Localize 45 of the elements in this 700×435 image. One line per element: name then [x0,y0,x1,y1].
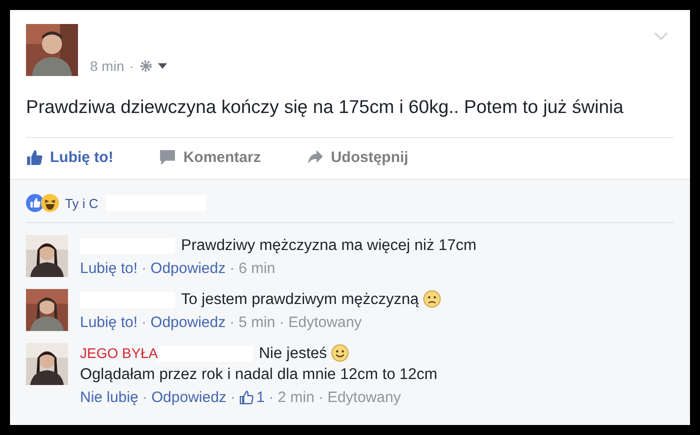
thumbs-up-icon [26,149,43,166]
comment-meta-text: 2 min [278,389,314,406]
comment-action-link[interactable]: Nie lubię [80,389,138,406]
reaction-names[interactable]: Ty i C [65,196,98,210]
speech-bubble-icon [159,149,176,166]
laughing-emoji-icon [41,194,59,212]
separator-dot: · [230,389,236,406]
frown-emoji-icon [422,290,441,308]
comment-text: To jestem prawdziwym mężczyzną [181,291,419,308]
comment-action-link[interactable]: Odpowiedz [151,389,226,406]
like-count[interactable]: 1 [239,389,265,406]
gear-icon[interactable] [138,59,153,73]
action-button[interactable]: Komentarz [159,146,261,169]
comment-text: Nie jesteś [258,345,327,362]
caret-icon[interactable] [158,63,167,69]
comment-text: Oglądałam przez rok i nadal dla mnie 12cm to [80,366,396,383]
comment-action-link[interactable]: Lubię to! [80,314,138,331]
separator-dot: · [129,58,134,74]
comment-action-link[interactable]: Lubię to! [80,260,138,277]
separator-dot: · [230,260,235,277]
arrow-icon [306,149,324,166]
comment-meta-text: Edytowany [327,389,401,406]
separator-dot: · [142,314,147,331]
chevron-icon[interactable] [654,32,668,41]
separator-dot: · [142,260,147,277]
thumbs-up-icon [239,390,254,405]
comment-action-link[interactable]: Odpowiedz [150,260,226,277]
separator-dot: · [318,389,324,406]
separator-dot: · [230,314,235,331]
action-button[interactable]: Lubię to! [26,146,114,169]
post-time[interactable]: 8 min [90,58,124,74]
post-text: Prawdziwa dziewczyna kończy się na 175cm i 60kg.. Potem to już świnia [26,96,674,138]
like-number[interactable]: 1 [256,389,265,406]
comment-text: Prawdziwy mężczyzna ma więcej niż 17cm [181,237,476,254]
separator-dot: · [279,314,284,331]
action-button[interactable]: Udostępnij [306,146,408,169]
comment-meta-text: Edytowany [288,314,362,331]
smiley-icon [330,344,349,362]
commenter-name[interactable]: JEGO BYŁA [80,345,158,361]
comment-text: 12cm [399,366,438,383]
comment-meta-text: 6 min [238,260,276,277]
comment-action-link[interactable]: Odpowiedz [150,314,226,331]
separator-dot: · [142,389,148,406]
separator-dot: · [268,389,274,406]
comment-meta-text: 5 min [238,314,276,331]
